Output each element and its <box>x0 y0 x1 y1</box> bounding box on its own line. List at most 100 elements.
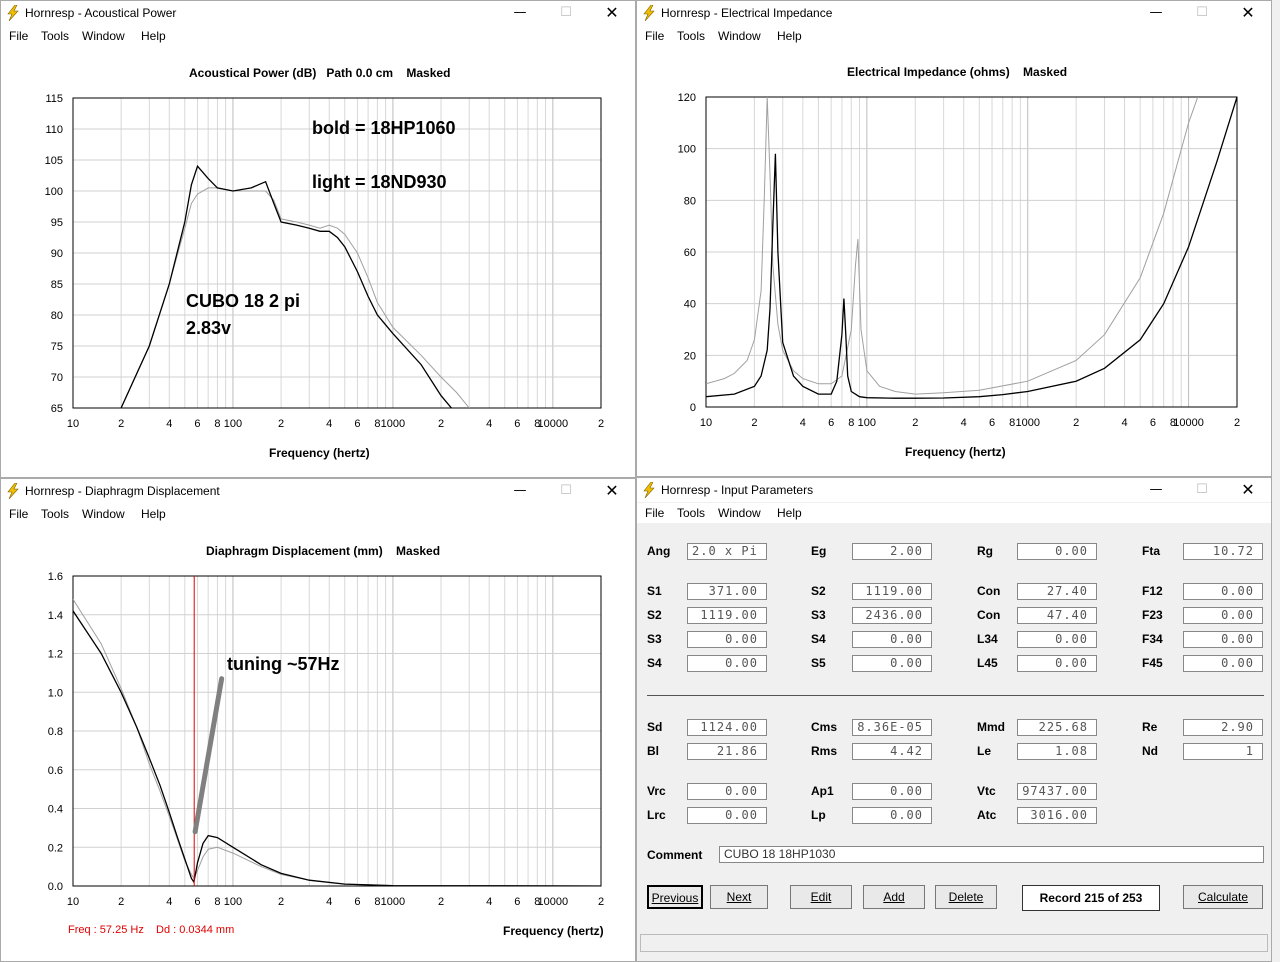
param-field-con[interactable]: 27.40 <box>1017 583 1097 600</box>
maximize-button[interactable]: ☐ <box>1179 478 1225 502</box>
param-field-cms[interactable]: 8.36E-05 <box>852 719 932 736</box>
param-label-sd: Sd <box>647 720 663 734</box>
param-field-sd[interactable]: 1124.00 <box>687 719 767 736</box>
status-frequency: Freq : 57.25 Hz <box>68 924 144 936</box>
param-label-eg: Eg <box>811 544 827 558</box>
param-field-s2[interactable]: 1119.00 <box>852 583 932 600</box>
param-field-s1[interactable]: 371.00 <box>687 583 767 600</box>
param-field-l34[interactable]: 0.00 <box>1017 631 1097 648</box>
menu-window[interactable]: Window <box>718 506 761 520</box>
x-tick-label: 4 <box>486 896 492 908</box>
param-label-vrc: Vrc <box>647 784 666 798</box>
comment-label: Comment <box>647 848 703 862</box>
menu-file[interactable]: File <box>645 506 664 520</box>
x-tick-label: 2 <box>438 418 444 430</box>
electrical-impedance-chart[interactable]: 12010080604020010 2 4 6 8 100 2 4 6 8 1000 2 4 6 81000… <box>637 1 1272 477</box>
param-label-s4: S4 <box>811 632 826 646</box>
param-field-vrc[interactable]: 0.00 <box>687 783 767 800</box>
y-tick-label: 100 <box>45 186 63 198</box>
input-parameters-window: Hornresp - Input Parameters — ☐ ✕ File T… <box>636 477 1272 962</box>
acoustical-power-chart[interactable]: 1151101051009590858075706510 2 4 6 8 100 2 4 6 8 1… <box>1 1 636 478</box>
x-tick-label: 6 <box>194 896 200 908</box>
y-tick-label: 1.6 <box>48 571 63 583</box>
param-field-con[interactable]: 47.40 <box>1017 607 1097 624</box>
y-tick-label: 0.4 <box>48 804 63 816</box>
y-tick-label: 115 <box>45 93 63 105</box>
param-field-s2[interactable]: 1119.00 <box>687 607 767 624</box>
edit-button[interactable]: Edit <box>790 885 852 909</box>
status-displacement: Dd : 0.0344 mm <box>156 924 235 936</box>
param-field-le[interactable]: 1.08 <box>1017 743 1097 760</box>
param-field-atc[interactable]: 3016.00 <box>1017 807 1097 824</box>
param-label-rg: Rg <box>977 544 993 558</box>
param-field-vtc[interactable]: 97437.00 <box>1017 783 1097 800</box>
param-field-lrc[interactable]: 0.00 <box>687 807 767 824</box>
param-label-fta: Fta <box>1142 544 1160 558</box>
param-field-ap1[interactable]: 0.00 <box>852 783 932 800</box>
param-field-s5[interactable]: 0.00 <box>852 655 932 672</box>
chart-annotation: 2.83v <box>186 318 231 338</box>
y-tick-label: 40 <box>684 299 696 311</box>
window-title: Hornresp - Input Parameters <box>661 483 814 497</box>
calculate-button[interactable]: Calculate <box>1183 885 1263 909</box>
previous-button[interactable]: Previous <box>647 885 703 909</box>
param-field-f45[interactable]: 0.00 <box>1183 655 1263 672</box>
param-label-s2: S2 <box>811 584 826 598</box>
param-field-mmd[interactable]: 225.68 <box>1017 719 1097 736</box>
close-button[interactable]: ✕ <box>1225 478 1271 502</box>
param-field-s3[interactable]: 0.00 <box>687 631 767 648</box>
y-tick-label: 100 <box>678 144 696 156</box>
y-tick-label: 110 <box>45 124 63 136</box>
param-field-f12[interactable]: 0.00 <box>1183 583 1263 600</box>
x-tick-label: 2 <box>1073 417 1079 429</box>
menu-help[interactable]: Help <box>777 506 802 520</box>
chart-annotation: bold = 18HP1060 <box>312 118 456 138</box>
diaphragm-displacement-chart[interactable]: 1.6 1.4 1.2 1.0 0.8 0.6 0.4 0.2 0.0 10 2 4 6 8 100 2 4 6 8… <box>1 479 636 962</box>
param-field-re[interactable]: 2.90 <box>1183 719 1263 736</box>
param-field-lp[interactable]: 0.00 <box>852 807 932 824</box>
param-label-cms: Cms <box>811 720 838 734</box>
param-label-mmd: Mmd <box>977 720 1005 734</box>
next-button[interactable]: Next <box>710 885 768 909</box>
param-field-s4[interactable]: 0.00 <box>852 631 932 648</box>
x-tick-label: 10 <box>700 417 712 429</box>
x-tick-label: 8 <box>374 418 380 430</box>
x-tick-label: 2 <box>1234 417 1240 429</box>
param-label-f34: F34 <box>1142 632 1163 646</box>
minimize-button[interactable]: — <box>1133 478 1179 502</box>
param-field-eg[interactable]: 2.00 <box>852 543 932 560</box>
param-field-f34[interactable]: 0.00 <box>1183 631 1263 648</box>
x-tick-label: 10000 <box>538 418 569 430</box>
x-axis-label: Frequency (hertz) <box>269 446 370 460</box>
add-button[interactable]: Add <box>863 885 925 909</box>
param-field-ang[interactable]: 2.0 x Pi <box>687 543 767 560</box>
param-label-s3: S3 <box>647 632 662 646</box>
param-label-le: Le <box>977 744 992 758</box>
y-tick-label: 0.8 <box>48 726 63 738</box>
y-tick-label: 70 <box>51 372 63 384</box>
param-label-s5: S5 <box>811 656 826 670</box>
param-label-atc: Atc <box>977 808 997 822</box>
param-field-rms[interactable]: 4.42 <box>852 743 932 760</box>
param-field-f23[interactable]: 0.00 <box>1183 607 1263 624</box>
x-tick-label: 8 <box>214 418 220 430</box>
y-tick-label: 0.0 <box>48 881 63 893</box>
param-field-fta[interactable]: 10.72 <box>1183 543 1263 560</box>
x-tick-label: 6 <box>989 417 995 429</box>
param-field-s4[interactable]: 0.00 <box>687 655 767 672</box>
delete-button[interactable]: Delete <box>935 885 997 909</box>
param-label-ang: Ang <box>647 544 671 558</box>
param-field-rg[interactable]: 0.00 <box>1017 543 1097 560</box>
title-bar[interactable]: Hornresp - Input Parameters — ☐ ✕ <box>637 478 1271 502</box>
param-field-bl[interactable]: 21.86 <box>687 743 767 760</box>
param-field-nd[interactable]: 1 <box>1183 743 1263 760</box>
param-field-s3[interactable]: 2436.00 <box>852 607 932 624</box>
comment-field[interactable]: CUBO 18 18HP1030 <box>719 846 1264 863</box>
x-tick-label: 4 <box>326 896 332 908</box>
x-tick-label: 10 <box>67 418 79 430</box>
menu-tools[interactable]: Tools <box>677 506 705 520</box>
x-tick-label: 8 <box>214 896 220 908</box>
param-label-l45: L45 <box>977 656 998 670</box>
param-label-s4: S4 <box>647 656 662 670</box>
param-field-l45[interactable]: 0.00 <box>1017 655 1097 672</box>
